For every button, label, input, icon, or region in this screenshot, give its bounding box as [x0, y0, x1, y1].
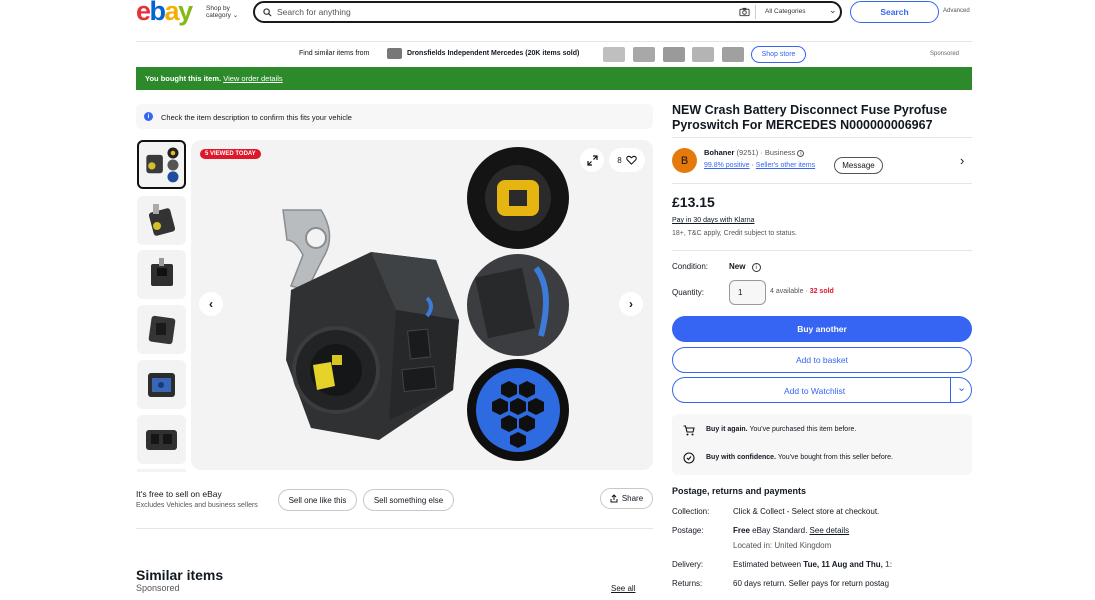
positive-feedback-link[interactable]: 99.8% positive — [704, 162, 750, 169]
expand-button[interactable] — [580, 148, 604, 172]
product-thumbnail-image — [146, 430, 177, 450]
price: £13.15 — [672, 194, 715, 210]
info-icon: i — [144, 112, 153, 121]
divider — [672, 250, 972, 251]
sponsored-seller-name[interactable]: Dronsfields Independent Mercedes (20K it… — [407, 50, 579, 57]
condition-label: Condition: — [672, 262, 709, 271]
main-image-viewer[interactable]: 5 VIEWED TODAY 8 ‹ › — [191, 140, 653, 470]
similar-items-sponsored: Sponsored — [136, 583, 180, 593]
shop-by-category[interactable]: Shop by category ⌄ — [206, 5, 238, 19]
sponsored-item-thumb[interactable] — [603, 47, 625, 62]
search-button[interactable]: Search — [850, 1, 939, 23]
view-order-details-link[interactable]: View order details — [223, 74, 282, 83]
chevron-down-icon: ⌄ — [829, 5, 837, 15]
product-thumbnail-image — [148, 315, 176, 345]
thumbnail-4[interactable] — [137, 305, 186, 354]
watch-button[interactable]: 8 — [609, 148, 645, 172]
add-to-watchlist-button[interactable]: Add to Watchlist ⌄ — [672, 377, 972, 403]
sponsored-item-thumb[interactable] — [692, 47, 714, 62]
product-thumbnail-image — [148, 373, 175, 397]
thumbnail-3[interactable] — [137, 250, 186, 299]
add-to-basket-button[interactable]: Add to basket — [672, 347, 972, 373]
divider — [672, 183, 972, 184]
sell-something-else-button[interactable]: Sell something else — [363, 489, 454, 511]
product-thumbnail-image — [146, 147, 179, 183]
shield-check-icon — [683, 452, 695, 464]
collection-label: Collection: — [672, 507, 710, 516]
product-title: NEW Crash Battery Disconnect Fuse Pyrofu… — [672, 103, 948, 132]
similar-items-title: Similar items — [136, 567, 224, 583]
sponsored-item-thumb[interactable] — [663, 47, 685, 62]
sell-title: It's free to sell on eBay — [136, 489, 222, 499]
postage-label: Postage: — [672, 526, 704, 535]
thumbnail-2[interactable] — [137, 196, 186, 245]
share-button[interactable]: Share — [600, 488, 653, 509]
share-icon — [610, 494, 618, 503]
divider — [672, 137, 972, 138]
delivery-value: Estimated between Tue, 11 Aug and Thu, 1… — [733, 560, 893, 569]
seller-info: Bohaner (9251) · Business i — [704, 148, 805, 157]
fitment-notice: i Check the item description to confirm … — [136, 104, 653, 129]
availability: 4 available · 32 sold — [770, 288, 834, 295]
chevron-right-icon: › — [629, 297, 633, 311]
product-main-image — [282, 147, 569, 461]
chevron-left-icon: ‹ — [209, 297, 213, 311]
sponsored-seller-bar: Find similar items from Dronsfields Inde… — [136, 41, 972, 67]
sponsored-item-thumb[interactable] — [633, 47, 655, 62]
category-select[interactable]: All Categories ⌄ — [765, 5, 839, 15]
product-thumbnail-image — [148, 204, 176, 236]
search-bar[interactable]: Search for anything All Categories ⌄ — [253, 1, 842, 23]
reassurance-panel: Buy it again. You've purchased this item… — [672, 414, 972, 475]
camera-icon[interactable] — [739, 7, 750, 17]
sell-subtitle: Excludes Vehicles and business sellers — [136, 502, 258, 509]
see-details-link[interactable]: See details — [810, 526, 850, 535]
quantity-label: Quantity: — [672, 288, 705, 297]
sponsored-item-thumb[interactable] — [722, 47, 744, 62]
thumbnail-6[interactable] — [137, 415, 186, 464]
location: Located in: United Kingdom — [733, 541, 832, 550]
collection-value: Click & Collect - Select store at checko… — [733, 507, 880, 516]
advanced-link[interactable]: Advanced — [943, 8, 970, 14]
chevron-down-icon[interactable]: ⌄ — [957, 381, 966, 394]
postage-heading: Postage, returns and payments — [672, 486, 807, 496]
klarna-note: 18+, T&C apply, Credit subject to status… — [672, 230, 797, 237]
message-button[interactable]: Message — [834, 157, 883, 174]
viewed-today-badge: 5 VIEWED TODAY — [200, 149, 261, 159]
buy-another-button[interactable]: Buy another — [672, 316, 972, 342]
seller-avatar[interactable]: B — [672, 148, 697, 173]
returns-label: Returns: — [672, 579, 703, 588]
ebay-logo[interactable]: ebay — [136, 0, 193, 27]
fade-overlay — [880, 530, 970, 600]
heart-icon — [625, 155, 637, 165]
seller-name[interactable]: Bohaner — [704, 148, 734, 157]
delivery-label: Delivery: — [672, 560, 704, 569]
previous-image-button[interactable]: ‹ — [199, 292, 223, 316]
expand-icon — [586, 154, 598, 166]
quantity-input[interactable]: 1 — [729, 280, 766, 305]
next-image-button[interactable]: › — [619, 292, 643, 316]
see-all-link[interactable]: See all — [611, 584, 635, 593]
klarna-link[interactable]: Pay in 30 days with Klarna — [672, 217, 755, 224]
purchase-banner: You bought this item. View order details — [136, 67, 972, 90]
info-circle-icon[interactable]: i — [751, 263, 761, 272]
info-circle-icon[interactable]: i — [797, 150, 805, 157]
returns-value: 60 days return. Seller pays for return p… — [733, 579, 890, 588]
thumbnail-1[interactable] — [137, 140, 186, 189]
sell-one-like-this-button[interactable]: Sell one like this — [278, 489, 357, 511]
product-thumbnail-image — [151, 258, 173, 286]
thumbnail-7[interactable] — [137, 469, 186, 472]
cart-icon — [683, 425, 695, 436]
sellers-other-items-link[interactable]: Seller's other items — [756, 162, 815, 169]
chevron-right-icon[interactable]: › — [960, 153, 964, 168]
condition-value: New i — [729, 262, 761, 272]
thumbnail-5[interactable] — [137, 360, 186, 409]
divider — [136, 528, 653, 529]
search-icon — [263, 8, 272, 17]
search-input[interactable]: Search for anything — [277, 7, 351, 17]
shop-store-button[interactable]: Shop store — [751, 46, 806, 63]
seller-logo — [387, 48, 402, 59]
postage-value: Free eBay Standard. See details — [733, 526, 850, 535]
chevron-down-icon: ⌄ — [232, 12, 239, 19]
